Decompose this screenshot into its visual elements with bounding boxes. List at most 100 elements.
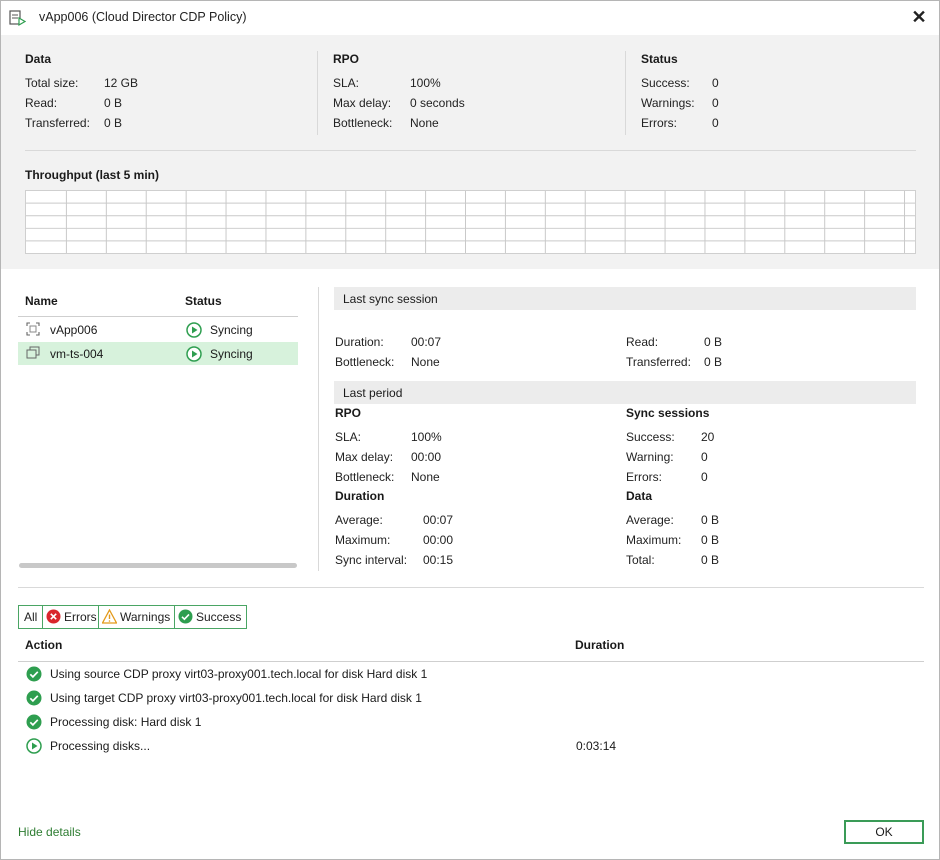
sync-sessions-label: Warning: (626, 450, 674, 464)
data-value: 0 B (104, 116, 123, 130)
syncing-icon (186, 346, 202, 362)
hide-details-link[interactable]: Hide details (18, 825, 81, 839)
success-icon (26, 714, 42, 730)
data-label: Read: (25, 96, 58, 110)
throughput-title: Throughput (last 5 min) (25, 168, 159, 182)
action-text: Processing disks... (50, 739, 151, 753)
action-row[interactable]: Using target CDP proxy virt03-proxy001.t… (18, 687, 924, 709)
period-rpo-value: None (411, 470, 440, 484)
period-duration-label: Maximum: (335, 533, 391, 547)
duration-column-header[interactable]: Duration (575, 638, 624, 652)
rpo-value: 100% (410, 76, 441, 90)
success-icon (178, 609, 193, 624)
last-sync-value: 00:07 (411, 335, 442, 349)
sync-sessions-value: 0 (701, 470, 708, 484)
period-data-label: Maximum: (626, 533, 682, 547)
horizontal-scrollbar[interactable] (19, 563, 297, 568)
rpo-label: Bottleneck: (333, 116, 393, 130)
last-sync-label: Bottleneck: (335, 355, 395, 369)
title-bar: vApp006 (Cloud Director CDP Policy) ✕ (1, 1, 939, 35)
data-value: 12 GB (104, 76, 139, 90)
filter-warnings-button[interactable]: Warnings (98, 605, 177, 629)
section-divider (18, 587, 924, 588)
vm-icon (26, 346, 40, 359)
throughput-chart (25, 190, 916, 254)
period-duration-value: 00:00 (423, 533, 454, 547)
filter-success-label: Success (196, 610, 242, 624)
object-row-vm-ts-004[interactable]: vm-ts-004 Syncing (18, 342, 298, 365)
last-sync-value: 0 B (704, 335, 723, 349)
period-data-value: 0 B (701, 553, 720, 567)
status-label: Warnings: (641, 96, 695, 110)
close-button[interactable]: ✕ (909, 7, 929, 27)
last-period-title: Last period (343, 386, 403, 400)
object-row-vapp006[interactable]: vApp006 Syncing (18, 318, 298, 341)
filter-all-button[interactable]: All (18, 605, 44, 629)
period-duration-title: Duration (335, 489, 385, 503)
action-row[interactable]: Using source CDP proxy virt03-proxy001.t… (18, 663, 924, 685)
sync-sessions-title: Sync sessions (626, 406, 710, 420)
vapp-icon (26, 322, 40, 336)
sync-sessions-label: Success: (626, 430, 675, 444)
status-column-header[interactable]: Status (185, 294, 222, 308)
summary-panel: Data Total size: 12 GB Read: 0 B Transfe… (1, 35, 939, 269)
action-column-header[interactable]: Action (25, 638, 62, 652)
filter-warnings-label: Warnings (120, 610, 171, 624)
last-sync-value: 0 B (704, 355, 723, 369)
syncing-icon (186, 322, 202, 338)
error-icon (46, 609, 61, 624)
action-header-divider (18, 661, 924, 662)
action-row[interactable]: Processing disks... 0:03:14 (18, 735, 924, 757)
status-value: 0 (712, 96, 719, 110)
data-value: 0 B (104, 96, 123, 110)
filter-all-label: All (24, 610, 38, 624)
object-name: vApp006 (50, 323, 98, 337)
object-status: Syncing (210, 347, 253, 361)
pane-divider (318, 287, 319, 571)
object-status: Syncing (210, 323, 253, 337)
status-value: 0 (712, 116, 719, 130)
period-duration-value: 00:07 (423, 513, 454, 527)
success-icon (26, 666, 42, 682)
warning-icon (102, 609, 117, 624)
action-text: Using target CDP proxy virt03-proxy001.t… (50, 691, 422, 705)
action-text: Processing disk: Hard disk 1 (50, 715, 202, 729)
period-duration-label: Average: (335, 513, 383, 527)
filter-errors-button[interactable]: Errors (42, 605, 103, 629)
last-period-band: Last period (334, 381, 916, 404)
last-sync-label: Read: (626, 335, 659, 349)
action-row[interactable]: Processing disk: Hard disk 1 (18, 711, 924, 733)
success-icon (26, 690, 42, 706)
period-rpo-title: RPO (335, 406, 362, 420)
filter-success-button[interactable]: Success (174, 605, 248, 629)
window-title: vApp006 (Cloud Director CDP Policy) (39, 10, 247, 24)
period-data-value: 0 B (701, 513, 720, 527)
period-data-label: Average: (626, 513, 674, 527)
last-sync-session-title: Last sync session (343, 292, 438, 306)
column-divider (625, 51, 626, 135)
cdp-job-icon (9, 10, 26, 27)
rpo-label: Max delay: (333, 96, 392, 110)
data-section-title: Data (25, 52, 52, 66)
sync-sessions-value: 20 (701, 430, 715, 444)
sync-sessions-label: Errors: (626, 470, 662, 484)
period-rpo-label: Max delay: (335, 450, 394, 464)
last-sync-label: Duration: (335, 335, 384, 349)
column-divider (317, 51, 318, 135)
period-rpo-label: SLA: (335, 430, 362, 444)
period-rpo-value: 00:00 (411, 450, 442, 464)
period-duration-value: 00:15 (423, 553, 454, 567)
rpo-value: None (410, 116, 439, 130)
running-icon (26, 738, 42, 754)
name-column-header[interactable]: Name (25, 294, 58, 308)
object-name: vm-ts-004 (50, 347, 104, 361)
period-data-title: Data (626, 489, 653, 503)
action-text: Using source CDP proxy virt03-proxy001.t… (50, 667, 428, 681)
status-label: Errors: (641, 116, 677, 130)
status-label: Success: (641, 76, 690, 90)
action-duration: 0:03:14 (576, 739, 617, 753)
filter-errors-label: Errors (64, 610, 97, 624)
ok-button[interactable]: OK (844, 820, 924, 844)
data-label: Total size: (25, 76, 79, 90)
period-data-value: 0 B (701, 533, 720, 547)
